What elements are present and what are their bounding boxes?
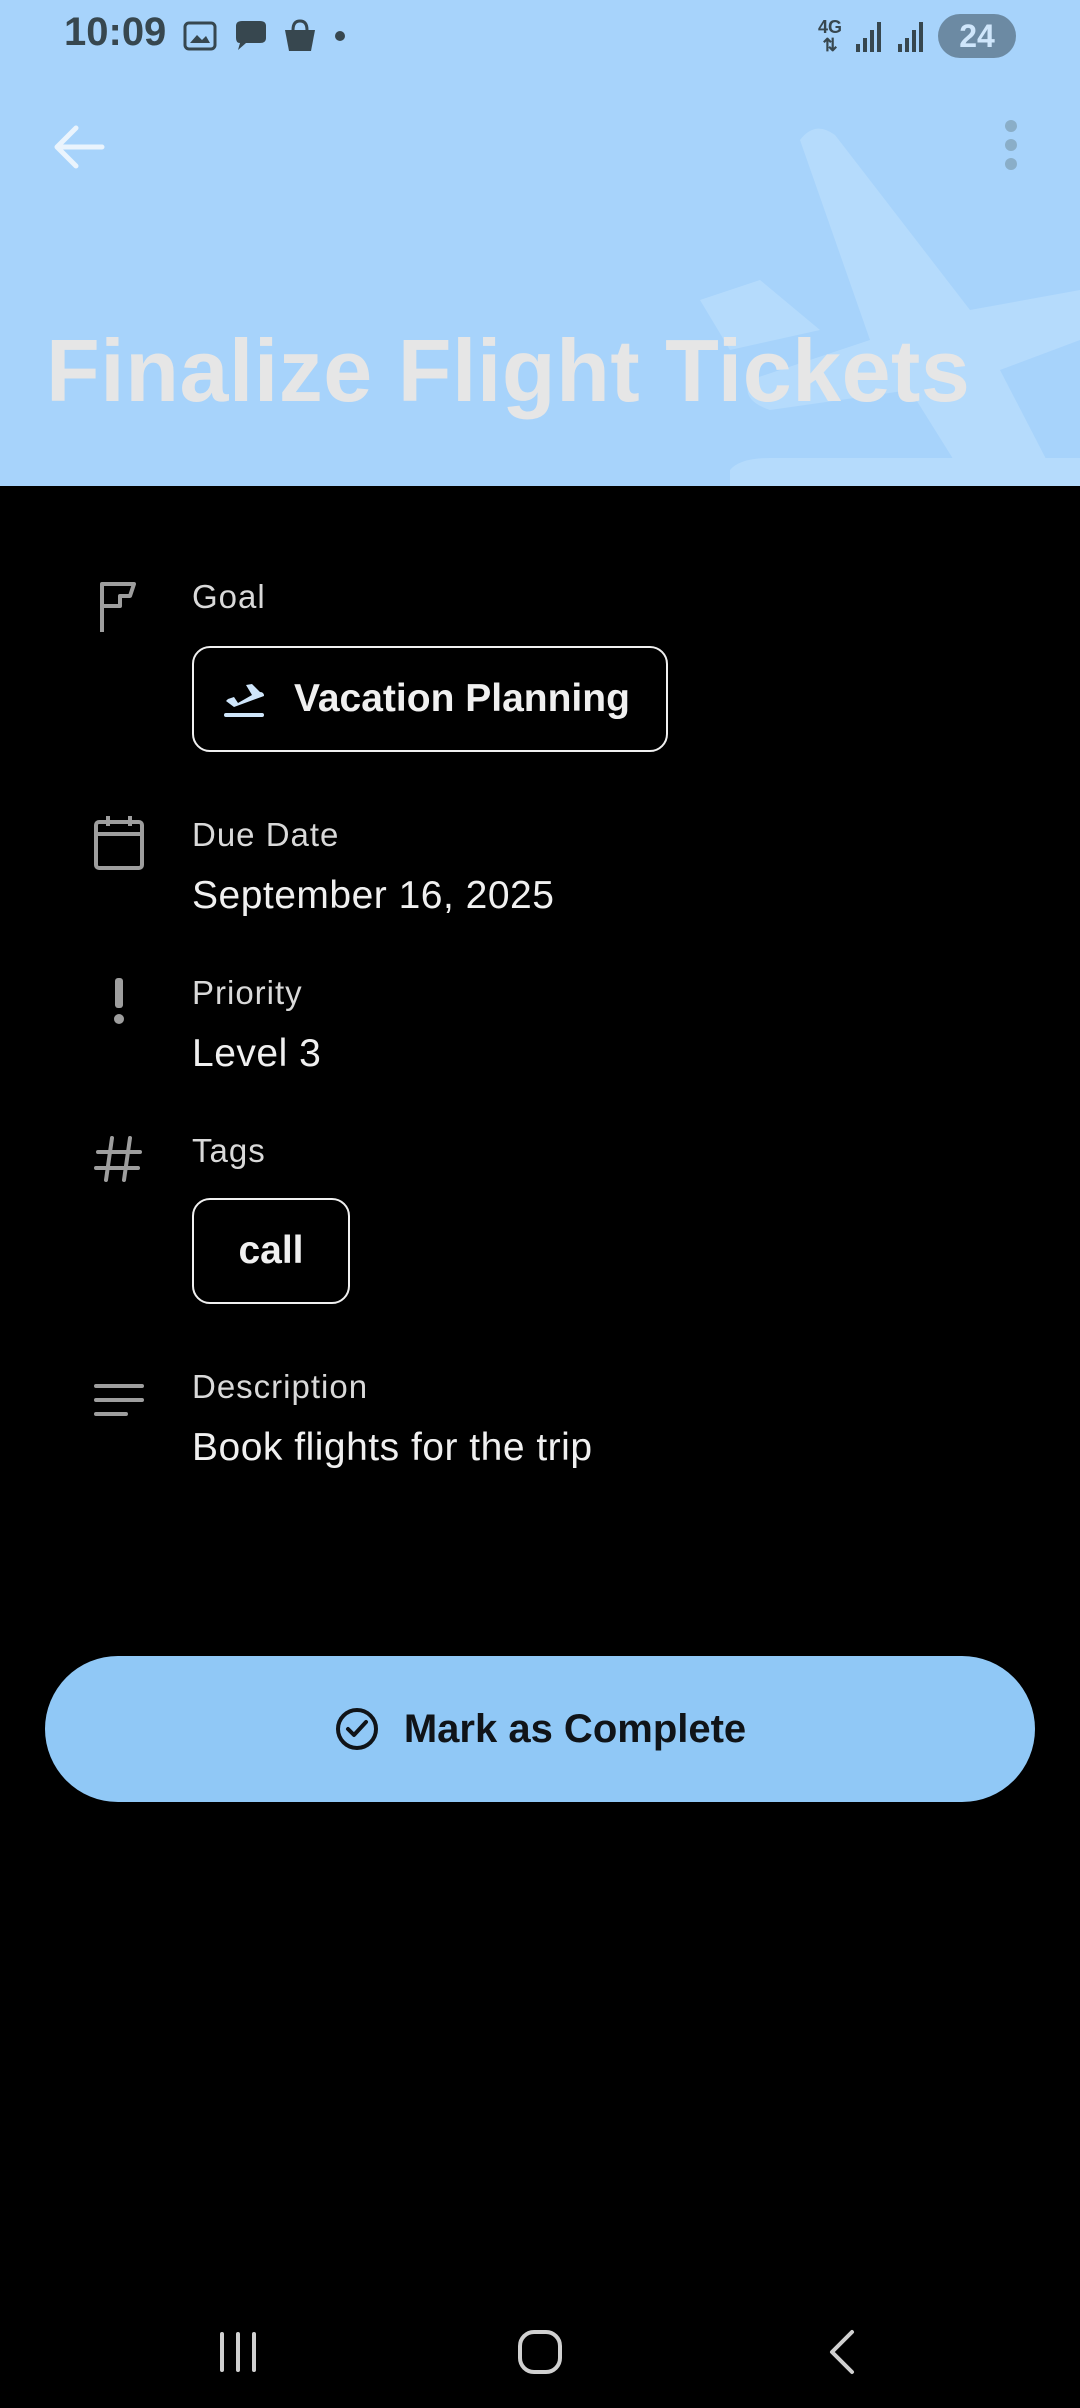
header: 10:09 4G ⇅ 24 Finalize Flight Tickets — [0, 0, 1080, 486]
recents-icon[interactable] — [206, 2320, 270, 2384]
priority-value: Level 3 — [192, 1032, 322, 1075]
shopping-bag-icon — [285, 19, 315, 51]
arrows-glyph: ⇅ — [822, 35, 838, 55]
goal-chip[interactable]: Vacation Planning — [192, 646, 668, 752]
more-vert-icon[interactable] — [986, 112, 1036, 182]
mark-complete-button[interactable]: Mark as Complete — [45, 1656, 1035, 1802]
tag-chip-label: call — [238, 1229, 304, 1272]
exclamation-icon — [114, 978, 124, 1024]
arrow-left-icon[interactable] — [44, 112, 114, 182]
home-icon[interactable] — [508, 2320, 572, 2384]
goal-chip-label: Vacation Planning — [294, 677, 630, 720]
hash-icon — [94, 1136, 142, 1182]
status-time: 10:09 — [64, 10, 167, 54]
check-circle-icon — [335, 1708, 378, 1750]
task-title: Finalize Flight Tickets — [46, 321, 971, 420]
screenshot-icon — [183, 21, 217, 51]
tag-chip[interactable]: call — [192, 1198, 350, 1304]
tags-label: Tags — [192, 1132, 266, 1169]
due-date-label: Due Date — [192, 816, 340, 853]
signal-icon — [898, 22, 923, 52]
description-value: Book flights for the trip — [192, 1426, 593, 1469]
system-nav-bar — [0, 2300, 1080, 2408]
mark-complete-label: Mark as Complete — [403, 1706, 747, 1751]
chat-icon — [236, 21, 266, 50]
back-icon[interactable] — [812, 2320, 876, 2384]
network-type: 4G — [817, 17, 842, 37]
battery-charging-icon: 24 — [938, 14, 1016, 58]
system-status-icons: 4G ⇅ 24 — [818, 14, 1016, 58]
dot-icon — [335, 31, 345, 41]
data-arrows-icon: 4G ⇅ — [818, 18, 842, 54]
notes-icon — [94, 1384, 144, 1416]
priority-label: Priority — [192, 974, 303, 1011]
flight-takeoff-icon — [224, 684, 264, 717]
goal-label: Goal — [192, 578, 266, 615]
battery-level: 24 — [959, 17, 995, 54]
signal-icon — [856, 22, 881, 52]
flag-icon — [100, 582, 136, 632]
calendar-icon — [94, 816, 144, 870]
notification-icons — [180, 16, 350, 56]
due-date-value: September 16, 2025 — [192, 874, 555, 917]
description-label: Description — [192, 1368, 369, 1405]
status-bar: 10:09 4G ⇅ 24 — [0, 0, 1080, 72]
